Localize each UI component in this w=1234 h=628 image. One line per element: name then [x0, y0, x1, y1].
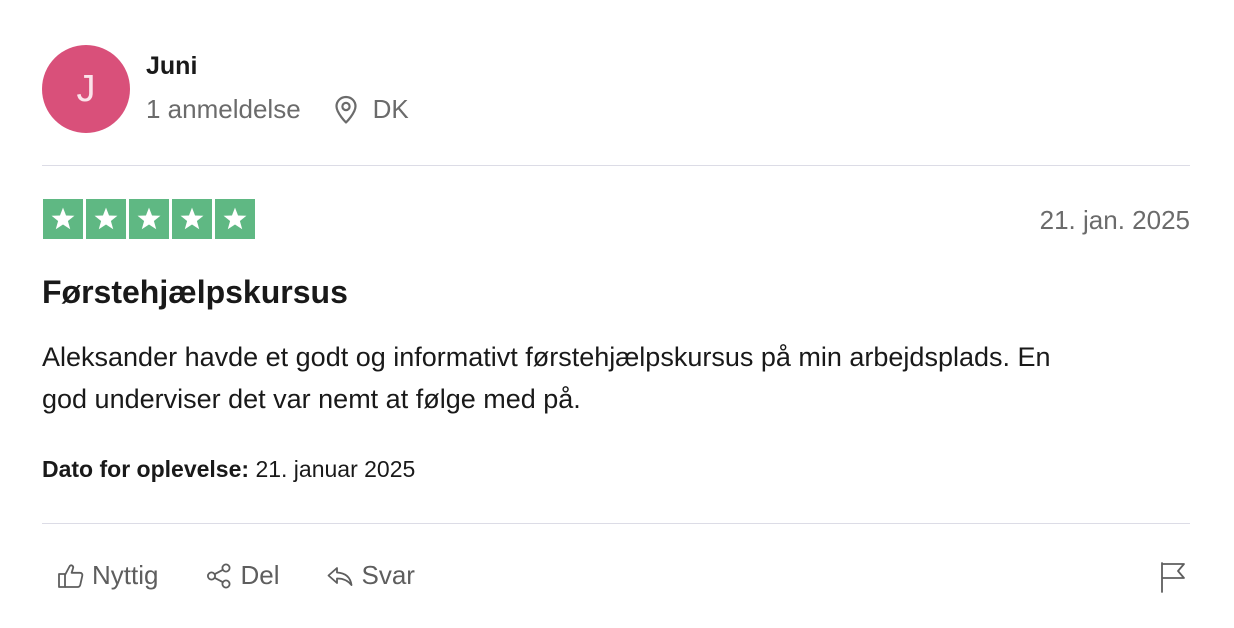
- star-icon: [137, 207, 161, 230]
- flag-icon: [1161, 562, 1185, 593]
- review-card: J Juni 1 anmeldelse DK 21. jan. 2025 Før…: [42, 0, 1190, 628]
- star-1: [43, 199, 83, 239]
- report-button[interactable]: [1158, 560, 1188, 594]
- experience-value: 21. januar 2025: [255, 456, 416, 482]
- reviewer-meta: 1 anmeldelse DK: [146, 94, 409, 125]
- divider: [42, 165, 1190, 166]
- country-code: DK: [372, 94, 409, 124]
- avatar-initial: J: [76, 67, 96, 110]
- star-5: [215, 199, 255, 239]
- helpful-button[interactable]: Nyttig: [56, 560, 158, 591]
- reply-label: Svar: [361, 560, 415, 590]
- share-button[interactable]: Del: [204, 560, 279, 591]
- review-count: 1 anmeldelse: [146, 94, 301, 124]
- review-title[interactable]: Førstehjælpskursus: [42, 274, 348, 311]
- reply-button[interactable]: Svar: [325, 560, 415, 591]
- location-pin-icon: [335, 95, 357, 124]
- avatar[interactable]: J: [42, 45, 130, 133]
- reviewer-location: DK: [333, 94, 409, 125]
- reply-icon: [328, 566, 353, 586]
- star-icon: [94, 207, 118, 230]
- reviewer-header: J Juni 1 anmeldelse DK: [42, 45, 1190, 133]
- star-4: [172, 199, 212, 239]
- star-3: [129, 199, 169, 239]
- share-label: Del: [240, 560, 280, 590]
- star-icon: [51, 207, 75, 230]
- star-icon: [180, 207, 204, 230]
- star-2: [86, 199, 126, 239]
- reviewer-name[interactable]: Juni: [146, 52, 197, 81]
- thumbs-up-icon: [58, 563, 84, 588]
- divider: [42, 523, 1190, 524]
- star-rating: [43, 199, 255, 239]
- experience-date: Dato for oplevelse: 21. januar 2025: [42, 456, 415, 483]
- review-actions: Nyttig Del Svar: [56, 560, 461, 591]
- star-icon: [223, 207, 247, 230]
- share-icon: [207, 563, 231, 588]
- helpful-label: Nyttig: [92, 560, 159, 590]
- experience-label: Dato for oplevelse:: [42, 456, 250, 482]
- review-date: 21. jan. 2025: [1039, 205, 1190, 235]
- review-body: Aleksander havde et godt og informativt …: [42, 342, 1051, 414]
